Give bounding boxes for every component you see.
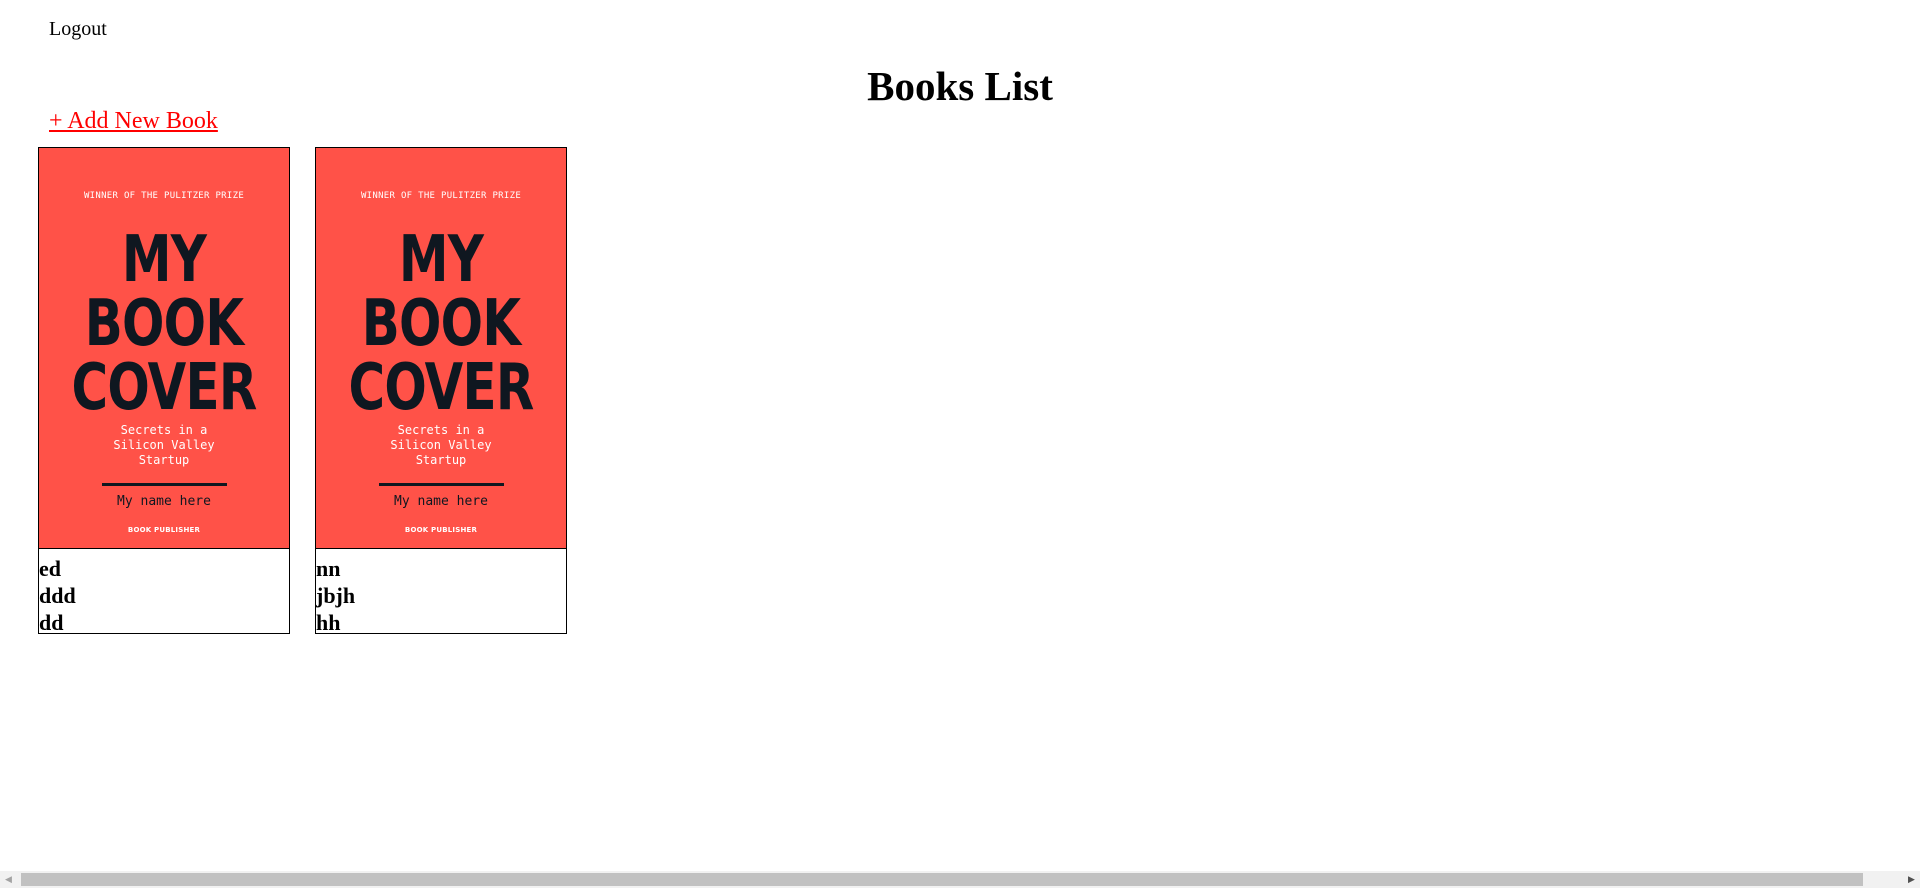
cover-title: MY BOOK COVER	[67, 228, 262, 420]
scrollbar-thumb[interactable]	[21, 873, 1863, 886]
cover-divider	[379, 483, 504, 486]
cover-title-line: BOOK	[361, 287, 521, 361]
cover-title: MY BOOK COVER	[344, 228, 539, 420]
book-card[interactable]: WINNER OF THE PULITZER PRIZE MY BOOK COV…	[315, 147, 567, 636]
book-info: nn jbjh hh	[316, 549, 566, 636]
horizontal-scrollbar[interactable]: ◀ ▶	[0, 871, 1920, 888]
book-description: hh	[316, 610, 341, 635]
book-description: dd	[39, 610, 64, 635]
cover-title-line: MY	[121, 223, 207, 297]
book-author: jbjh	[316, 583, 356, 608]
cover-divider	[102, 483, 227, 486]
triangle-left-icon[interactable]: ◀	[0, 871, 17, 888]
book-cover-image[interactable]: WINNER OF THE PULITZER PRIZE MY BOOK COV…	[316, 148, 566, 549]
cover-subtitle: Secrets in a Silicon Valley Startup	[390, 423, 492, 467]
page-title: Books List	[867, 63, 1053, 109]
triangle-right-icon[interactable]: ▶	[1903, 871, 1920, 888]
cover-publisher: BOOK PUBLISHER	[127, 526, 201, 534]
cover-prize-text: WINNER OF THE PULITZER PRIZE	[83, 191, 245, 201]
book-card[interactable]: WINNER OF THE PULITZER PRIZE MY BOOK COV…	[38, 147, 290, 636]
book-list: WINNER OF THE PULITZER PRIZE MY BOOK COV…	[38, 147, 567, 636]
cover-author: My name here	[394, 494, 488, 509]
book-author: ddd	[39, 583, 76, 608]
cover-prize-text: WINNER OF THE PULITZER PRIZE	[360, 191, 522, 201]
cover-publisher: BOOK PUBLISHER	[404, 526, 478, 534]
book-info: ed ddd dd	[39, 549, 289, 636]
book-title: ed	[39, 556, 61, 581]
cover-title-line: BOOK	[84, 287, 244, 361]
cover-subtitle: Secrets in a Silicon Valley Startup	[113, 423, 215, 467]
logout-link[interactable]: Logout	[49, 17, 107, 41]
cover-title-line: MY	[398, 223, 484, 297]
page: Logout Books List + Add New Book WINNER …	[0, 0, 1920, 888]
book-title: nn	[316, 556, 341, 581]
cover-title-line: COVER	[71, 351, 257, 425]
book-cover-image[interactable]: WINNER OF THE PULITZER PRIZE MY BOOK COV…	[39, 148, 289, 549]
add-new-book-link[interactable]: + Add New Book	[49, 106, 218, 136]
cover-title-line: COVER	[348, 351, 534, 425]
cover-author: My name here	[117, 494, 211, 509]
